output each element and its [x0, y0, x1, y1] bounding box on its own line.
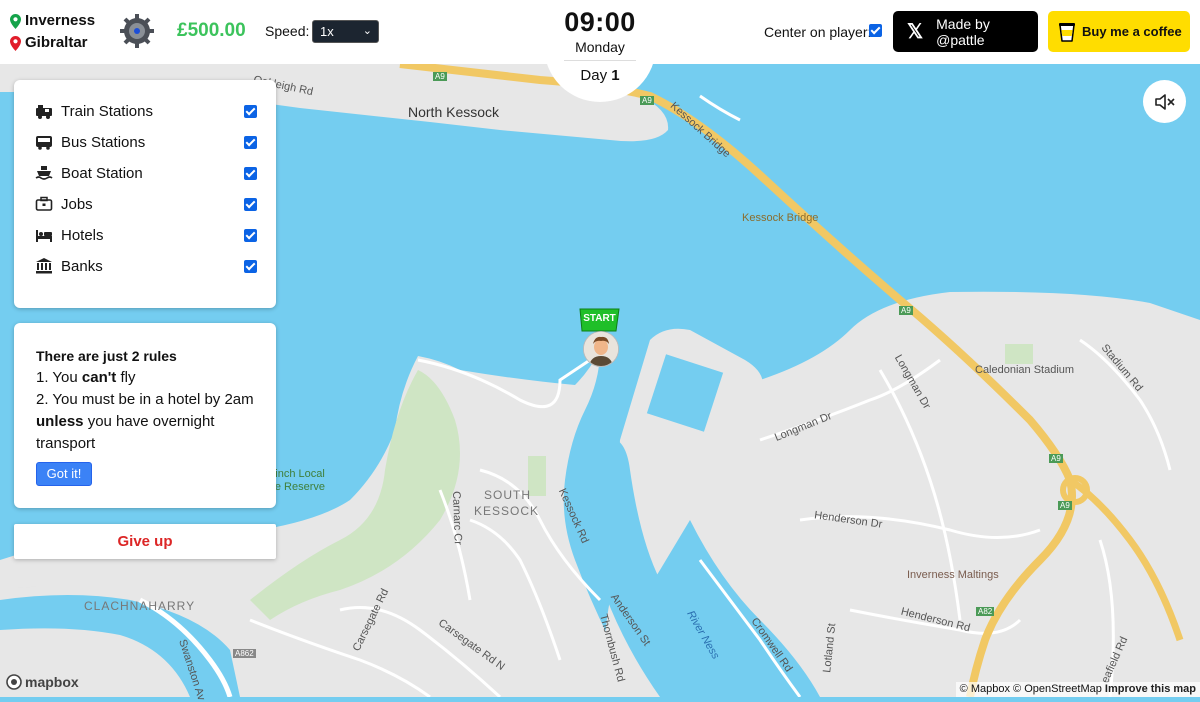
mute-button[interactable] [1143, 80, 1186, 123]
rule-1: 1. You can't fly [36, 367, 261, 389]
label-caledonian-stadium: Caledonian Stadium [975, 364, 1075, 376]
layer-bus-stations[interactable]: Bus Stations [35, 132, 257, 152]
boat-icon [35, 166, 53, 180]
layer-boat-station[interactable]: Boat Station [35, 163, 257, 183]
label-kessock-bridge-poi: Kessock Bridge [742, 212, 819, 224]
label-inverness-maltings: Inverness Maltings [907, 569, 999, 581]
layer-checkbox[interactable] [244, 260, 257, 273]
layer-label: Hotels [61, 226, 104, 244]
clock-divider [564, 60, 636, 61]
layer-hotels[interactable]: Hotels [35, 225, 257, 245]
label-south: SOUTH [484, 488, 531, 502]
day-label: Day [580, 67, 608, 84]
x-logo-icon: 𝕏 [907, 21, 924, 43]
rule-1-post: fly [116, 369, 136, 386]
game-clock: 09:00 [564, 7, 636, 37]
player-avatar[interactable] [583, 331, 619, 367]
gear-icon[interactable] [119, 13, 155, 49]
origin-city: Inverness [25, 12, 96, 29]
layer-jobs[interactable]: Jobs [35, 194, 257, 214]
label-a82: A82 [976, 607, 995, 616]
center-on-player-checkbox[interactable] [869, 24, 882, 37]
label-a9-5: A9 [1058, 501, 1072, 510]
layer-label: Jobs [61, 195, 93, 213]
day-number: 1 [611, 67, 620, 84]
got-it-button[interactable]: Got it! [36, 462, 92, 486]
label-a9-4: A9 [1049, 454, 1063, 463]
player-avatar-icon [584, 332, 618, 366]
money-balance: £500.00 [177, 20, 246, 41]
layer-label: Train Stations [61, 102, 153, 120]
bus-icon [36, 136, 52, 150]
briefcase-icon [35, 196, 53, 211]
label-carnarc-cr: Carnarc Cr [449, 490, 464, 546]
layer-checkbox[interactable] [244, 136, 257, 149]
mapbox-logo-icon [6, 674, 22, 690]
route-destination: Gibraltar [10, 32, 95, 54]
weekday: Monday [575, 39, 625, 55]
coffee-cup-icon [1059, 22, 1075, 42]
chevron-down-icon: ⌄ [362, 25, 372, 37]
layer-checkbox[interactable] [244, 167, 257, 180]
bank-icon [36, 258, 52, 274]
label-a862: A862 [233, 649, 256, 658]
speed-label: Speed: [265, 23, 310, 39]
green-pin-icon [10, 13, 21, 29]
route-origin: Inverness [10, 10, 95, 32]
attribution-osm[interactable]: © OpenStreetMap [1013, 683, 1102, 695]
layer-label: Boat Station [61, 164, 143, 182]
label-clachnaharry: CLACHNAHARRY [84, 599, 196, 613]
day-counter: Day 1 [544, 67, 656, 84]
give-up-button[interactable]: Give up [14, 524, 276, 559]
made-by-button[interactable]: 𝕏 Made by @pattle [893, 11, 1038, 52]
speed-value: 1x [320, 24, 334, 39]
train-icon [36, 105, 52, 119]
layer-label: Bus Stations [61, 133, 146, 151]
speaker-muted-icon [1154, 93, 1175, 110]
bed-icon [36, 230, 52, 242]
stadium-pitch [1005, 344, 1033, 364]
rule-1-pre: 1. You [36, 369, 82, 386]
rule-2-line: 2. You must be in a hotel by 2am [36, 391, 254, 408]
label-north-kessock: North Kessock [408, 104, 500, 120]
speed-select[interactable]: 1x ⌄ [312, 20, 379, 43]
layers-panel: Train Stations Bus Stations Boat Station… [14, 80, 276, 308]
layer-checkbox[interactable] [244, 198, 257, 211]
layer-banks[interactable]: Banks [35, 256, 257, 276]
mapbox-logo[interactable]: mapbox [6, 674, 79, 690]
center-on-player-label: Center on player: [764, 24, 872, 40]
attribution-mapbox[interactable]: © Mapbox [960, 683, 1010, 695]
start-flag-label: START [583, 313, 616, 324]
layer-checkbox[interactable] [244, 229, 257, 242]
label-kessock: KESSOCK [474, 504, 540, 518]
rules-panel: There are just 2 rules 1. You can't fly … [14, 323, 276, 508]
rule-1-bold: can't [81, 369, 117, 386]
mapbox-logo-text: mapbox [25, 674, 79, 690]
improve-map-link[interactable]: Improve this map [1105, 683, 1196, 695]
rule-2-bold: unless [36, 413, 84, 430]
made-by-label: Made by @pattle [936, 15, 990, 48]
red-pin-icon [10, 35, 21, 51]
label-a9-1: A9 [433, 72, 447, 81]
rules-text: There are just 2 rules 1. You can't fly … [36, 345, 261, 455]
buy-coffee-label: Buy me a coffee [1082, 24, 1182, 39]
label-a9-3: A9 [899, 306, 913, 315]
rule-2: 2. You must be in a hotel by 2am unless y… [36, 389, 261, 455]
layer-train-stations[interactable]: Train Stations [35, 101, 257, 121]
layer-label: Banks [61, 257, 103, 275]
destination-city: Gibraltar [25, 34, 88, 51]
label-a9-2: A9 [640, 96, 654, 105]
rules-title: There are just 2 rules [36, 348, 177, 364]
buy-coffee-button[interactable]: Buy me a coffee [1048, 11, 1190, 52]
map-attribution: © Mapbox © OpenStreetMap Improve this ma… [955, 682, 1200, 697]
route-info: Inverness Gibraltar [10, 10, 95, 54]
layer-checkbox[interactable] [244, 105, 257, 118]
start-flag: START [578, 307, 621, 333]
